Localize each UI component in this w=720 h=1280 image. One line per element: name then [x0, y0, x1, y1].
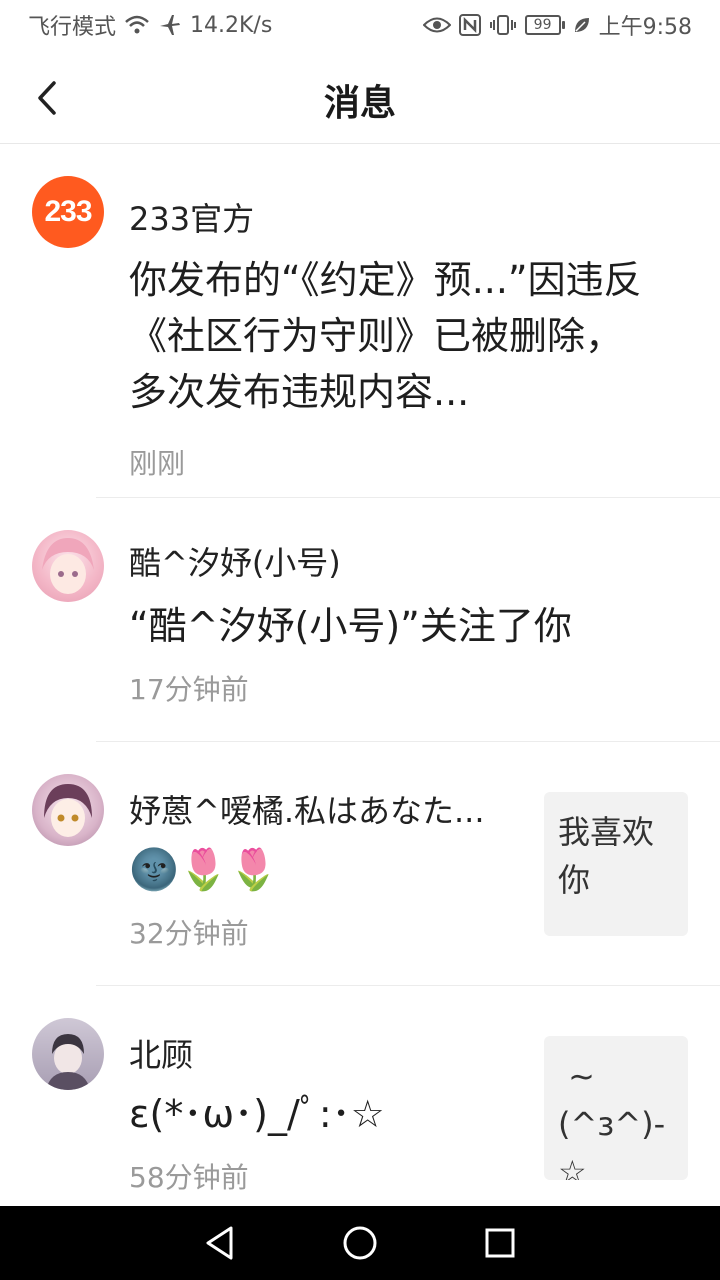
message-text: “酷^汐妤(小号)”关注了你 [129, 604, 572, 648]
nav-recents-button[interactable] [476, 1219, 524, 1267]
message-text: 🌚🌷🌷 [129, 847, 279, 893]
message-item-official[interactable]: 233 233官方 你发布的“《约定》预...”因违反《社区行为守则》已被删除，… [0, 144, 720, 498]
nav-back-button[interactable] [196, 1219, 244, 1267]
message-time: 刚刚 [129, 447, 186, 480]
sender-name: 北顾 [129, 1036, 194, 1074]
nav-home-button[interactable] [336, 1219, 384, 1267]
message-item-follow[interactable]: 酷^汐妤(小号) “酷^汐妤(小号)”关注了你 17分钟前 [0, 498, 720, 742]
app-header: 消息 [0, 50, 720, 144]
message-time: 58分钟前 [129, 1161, 249, 1194]
circle-home-icon [343, 1226, 377, 1260]
message-text: 你发布的“《约定》预...”因违反《社区行为守则》已被删除，多次发布违规内容..… [129, 258, 642, 414]
message-text: ε(*･ω･)_/ﾟ:･☆ [129, 1092, 385, 1136]
nfc-icon [458, 14, 481, 36]
message-time: 32分钟前 [129, 917, 249, 950]
airplane-mode-label: 飞行模式 [28, 15, 117, 40]
avatar-user[interactable] [32, 530, 104, 602]
wifi-icon [124, 14, 150, 36]
message-time: 17分钟前 [129, 673, 249, 706]
reply-preview[interactable]: 我喜欢你 [544, 792, 688, 936]
airplane-icon [158, 13, 182, 37]
message-item-comment[interactable]: 妤蒽^嗳橘.私はあなた... 🌚🌷🌷 32分钟前 我喜欢你 [0, 742, 720, 986]
reply-preview[interactable]: ~ (^з^)-☆ [544, 1036, 688, 1180]
sender-name: 妤蒽^嗳橘.私はあなた... [129, 792, 485, 830]
clock: 上午9:58 [598, 15, 692, 40]
avatar-logo-text: 233 [44, 195, 92, 228]
message-item-comment[interactable]: 北顾 ε(*･ω･)_/ﾟ:･☆ 58分钟前 ~ (^з^)-☆ [0, 986, 720, 1206]
network-speed: 14.2K/s [190, 12, 273, 38]
square-recents-icon [485, 1228, 515, 1258]
avatar-user[interactable] [32, 774, 104, 846]
page-title: 消息 [323, 83, 396, 124]
triangle-back-icon [206, 1226, 233, 1260]
avatar-user[interactable] [32, 1018, 104, 1090]
leaf-icon [573, 16, 591, 34]
battery-level: 99 [524, 15, 561, 35]
eye-icon [422, 16, 451, 34]
avatar-233[interactable]: 233 [32, 176, 104, 248]
system-nav-bar [0, 1206, 720, 1280]
sender-name: 233官方 [129, 200, 255, 238]
battery-icon: 99 [524, 15, 565, 35]
message-list[interactable]: 233 233官方 你发布的“《约定》预...”因违反《社区行为守则》已被删除，… [0, 144, 720, 1206]
sender-name: 酷^汐妤(小号) [129, 544, 341, 582]
vibrate-icon [489, 14, 517, 36]
status-bar: 飞行模式 14.2K/s 99 上午9:58 [0, 0, 720, 50]
